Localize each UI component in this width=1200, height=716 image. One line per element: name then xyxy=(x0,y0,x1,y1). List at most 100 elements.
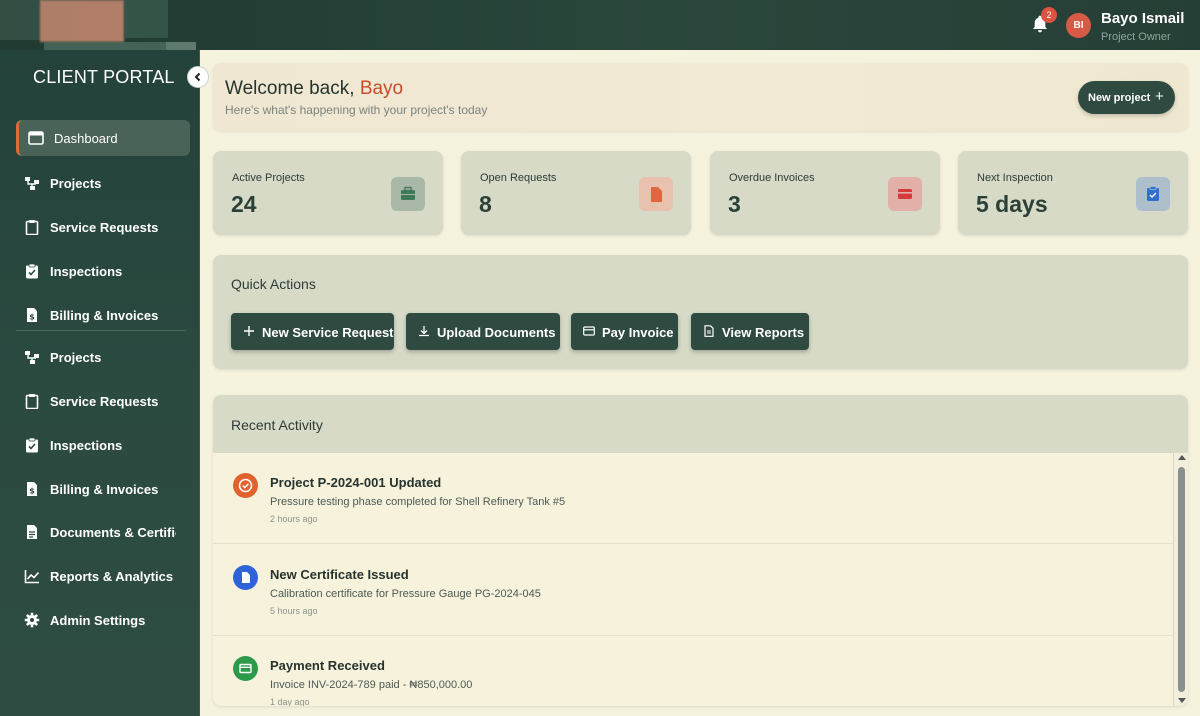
stat-value: 5 days xyxy=(976,191,1048,217)
sidebar: CLIENT PORTAL Dashboard Projects Service… xyxy=(0,50,200,716)
sidebar-collapse-button[interactable] xyxy=(187,66,209,88)
pay-invoice-button[interactable]: Pay Invoice xyxy=(571,313,678,350)
activity-time: 2 hours ago xyxy=(270,514,318,524)
portal-title: CLIENT PORTAL xyxy=(33,67,175,87)
sidebar-item-service-requests[interactable]: Service Requests xyxy=(16,209,190,245)
user-role: Project Owner xyxy=(1101,31,1171,43)
new-project-button[interactable]: New project + xyxy=(1078,81,1175,114)
scrollbar-thumb[interactable] xyxy=(1178,467,1185,692)
svg-text:$: $ xyxy=(29,313,35,322)
sidebar-item-label: Billing & Invoices xyxy=(50,308,159,323)
document-icon xyxy=(704,325,714,337)
sidebar-divider xyxy=(16,330,186,331)
sidebar-item-service-requests[interactable]: Service Requests xyxy=(16,383,190,419)
briefcase-icon xyxy=(391,177,425,211)
clipboard-icon xyxy=(25,220,39,235)
activity-title: New Certificate Issued xyxy=(270,567,409,582)
recent-activity-title: Recent Activity xyxy=(231,417,323,433)
clipboard-check-icon xyxy=(26,263,38,279)
activity-item[interactable]: Payment Received Invoice INV-2024-789 pa… xyxy=(213,636,1173,706)
sidebar-item-label: Billing & Invoices xyxy=(50,482,159,497)
sidebar-item-label: Projects xyxy=(50,176,102,191)
stat-card-active-projects[interactable]: Active Projects 24 xyxy=(213,151,443,235)
chevron-left-icon xyxy=(194,72,201,82)
sidebar-item-documents[interactable]: Documents & Certificates xyxy=(16,514,190,550)
activity-item[interactable]: New Certificate Issued Calibration certi… xyxy=(213,545,1173,636)
dashboard-icon xyxy=(28,131,44,145)
sidebar-item-label: Service Requests xyxy=(50,220,159,235)
button-label: Upload Documents xyxy=(437,325,556,340)
activity-time: 1 day ago xyxy=(270,697,310,706)
activity-time: 5 hours ago xyxy=(270,606,318,616)
sidebar-item-label: Inspections xyxy=(50,438,123,453)
activity-item[interactable]: Project P-2024-001 Updated Pressure test… xyxy=(213,453,1173,544)
user-name[interactable]: Bayo Ismail xyxy=(1101,10,1184,27)
plus-icon: + xyxy=(1155,88,1164,105)
stat-value: 8 xyxy=(479,191,492,217)
view-reports-button[interactable]: View Reports xyxy=(691,313,809,350)
chart-icon xyxy=(24,570,40,584)
sidebar-item-inspections[interactable]: Inspections xyxy=(16,427,190,463)
clipboard-check-icon xyxy=(26,437,38,453)
button-label: Pay Invoice xyxy=(602,325,674,340)
credit-card-icon xyxy=(233,656,258,681)
new-project-label: New project xyxy=(1088,92,1151,104)
plus-icon xyxy=(244,326,254,336)
projects-icon xyxy=(25,177,39,190)
quick-actions-panel: Quick Actions New Service Request Upload… xyxy=(213,255,1188,369)
stat-value: 3 xyxy=(728,191,741,217)
sidebar-item-label: Inspections xyxy=(50,264,123,279)
projects-icon xyxy=(25,351,39,364)
notification-badge: 2 xyxy=(1041,7,1057,23)
sidebar-item-billing[interactable]: $ Billing & Invoices xyxy=(16,471,190,507)
document-icon xyxy=(233,565,258,590)
stat-label: Active Projects xyxy=(232,172,305,184)
avatar[interactable]: BI xyxy=(1066,13,1091,38)
welcome-title: Welcome back, Bayo xyxy=(225,78,403,100)
activity-description: Pressure testing phase completed for She… xyxy=(270,496,566,508)
stat-card-open-requests[interactable]: Open Requests 8 xyxy=(461,151,691,235)
top-bar: 2 BI Bayo Ismail Project Owner xyxy=(0,0,1200,52)
credit-card-icon xyxy=(888,177,922,211)
clipboard-check-icon xyxy=(1136,177,1170,211)
sidebar-item-billing[interactable]: $ Billing & Invoices xyxy=(16,297,190,333)
file-icon xyxy=(639,177,673,211)
activity-description: Invoice INV-2024-789 paid - ₦850,000.00 xyxy=(270,679,473,691)
check-circle-icon xyxy=(233,473,258,498)
logo-blur xyxy=(124,0,168,38)
recent-activity-panel: Recent Activity Project P-2024-001 Updat… xyxy=(213,395,1188,706)
upload-documents-button[interactable]: Upload Documents xyxy=(406,313,560,350)
recent-activity-header: Recent Activity xyxy=(213,395,1188,453)
sidebar-item-inspections[interactable]: Inspections xyxy=(16,253,190,289)
sidebar-item-dashboard[interactable]: Dashboard xyxy=(16,120,190,156)
sidebar-item-label: Dashboard xyxy=(54,131,118,146)
sidebar-item-admin-settings[interactable]: Admin Settings xyxy=(16,602,190,638)
welcome-banner: Welcome back, Bayo Here's what's happeni… xyxy=(213,63,1188,131)
sidebar-item-reports[interactable]: Reports & Analytics xyxy=(16,558,190,594)
gear-icon xyxy=(24,612,40,628)
sidebar-item-projects[interactable]: Projects xyxy=(16,339,190,375)
stat-value: 24 xyxy=(231,191,257,217)
invoice-icon: $ xyxy=(27,308,37,322)
activity-title: Project P-2024-001 Updated xyxy=(270,475,442,490)
quick-actions-title: Quick Actions xyxy=(231,276,316,292)
scrollbar[interactable] xyxy=(1173,453,1188,706)
activity-title: Payment Received xyxy=(270,658,385,673)
scroll-up-arrow-icon[interactable] xyxy=(1178,455,1186,460)
scroll-down-arrow-icon[interactable] xyxy=(1178,698,1186,703)
clipboard-icon xyxy=(25,394,39,409)
new-service-request-button[interactable]: New Service Request xyxy=(231,313,394,350)
logo-blur xyxy=(0,0,42,40)
button-label: View Reports xyxy=(722,325,805,340)
sidebar-item-projects[interactable]: Projects xyxy=(16,165,190,201)
download-icon xyxy=(419,326,429,337)
svg-text:$: $ xyxy=(29,487,35,496)
invoice-icon: $ xyxy=(27,482,37,496)
sidebar-item-label: Projects xyxy=(50,350,102,365)
stat-card-next-inspection[interactable]: Next Inspection 5 days xyxy=(958,151,1188,235)
credit-card-icon xyxy=(583,326,595,336)
logo-image[interactable] xyxy=(40,0,124,42)
stat-card-overdue-invoices[interactable]: Overdue Invoices 3 xyxy=(710,151,940,235)
welcome-greeting: Welcome back, xyxy=(225,78,360,99)
sidebar-item-label: Admin Settings xyxy=(50,613,146,628)
